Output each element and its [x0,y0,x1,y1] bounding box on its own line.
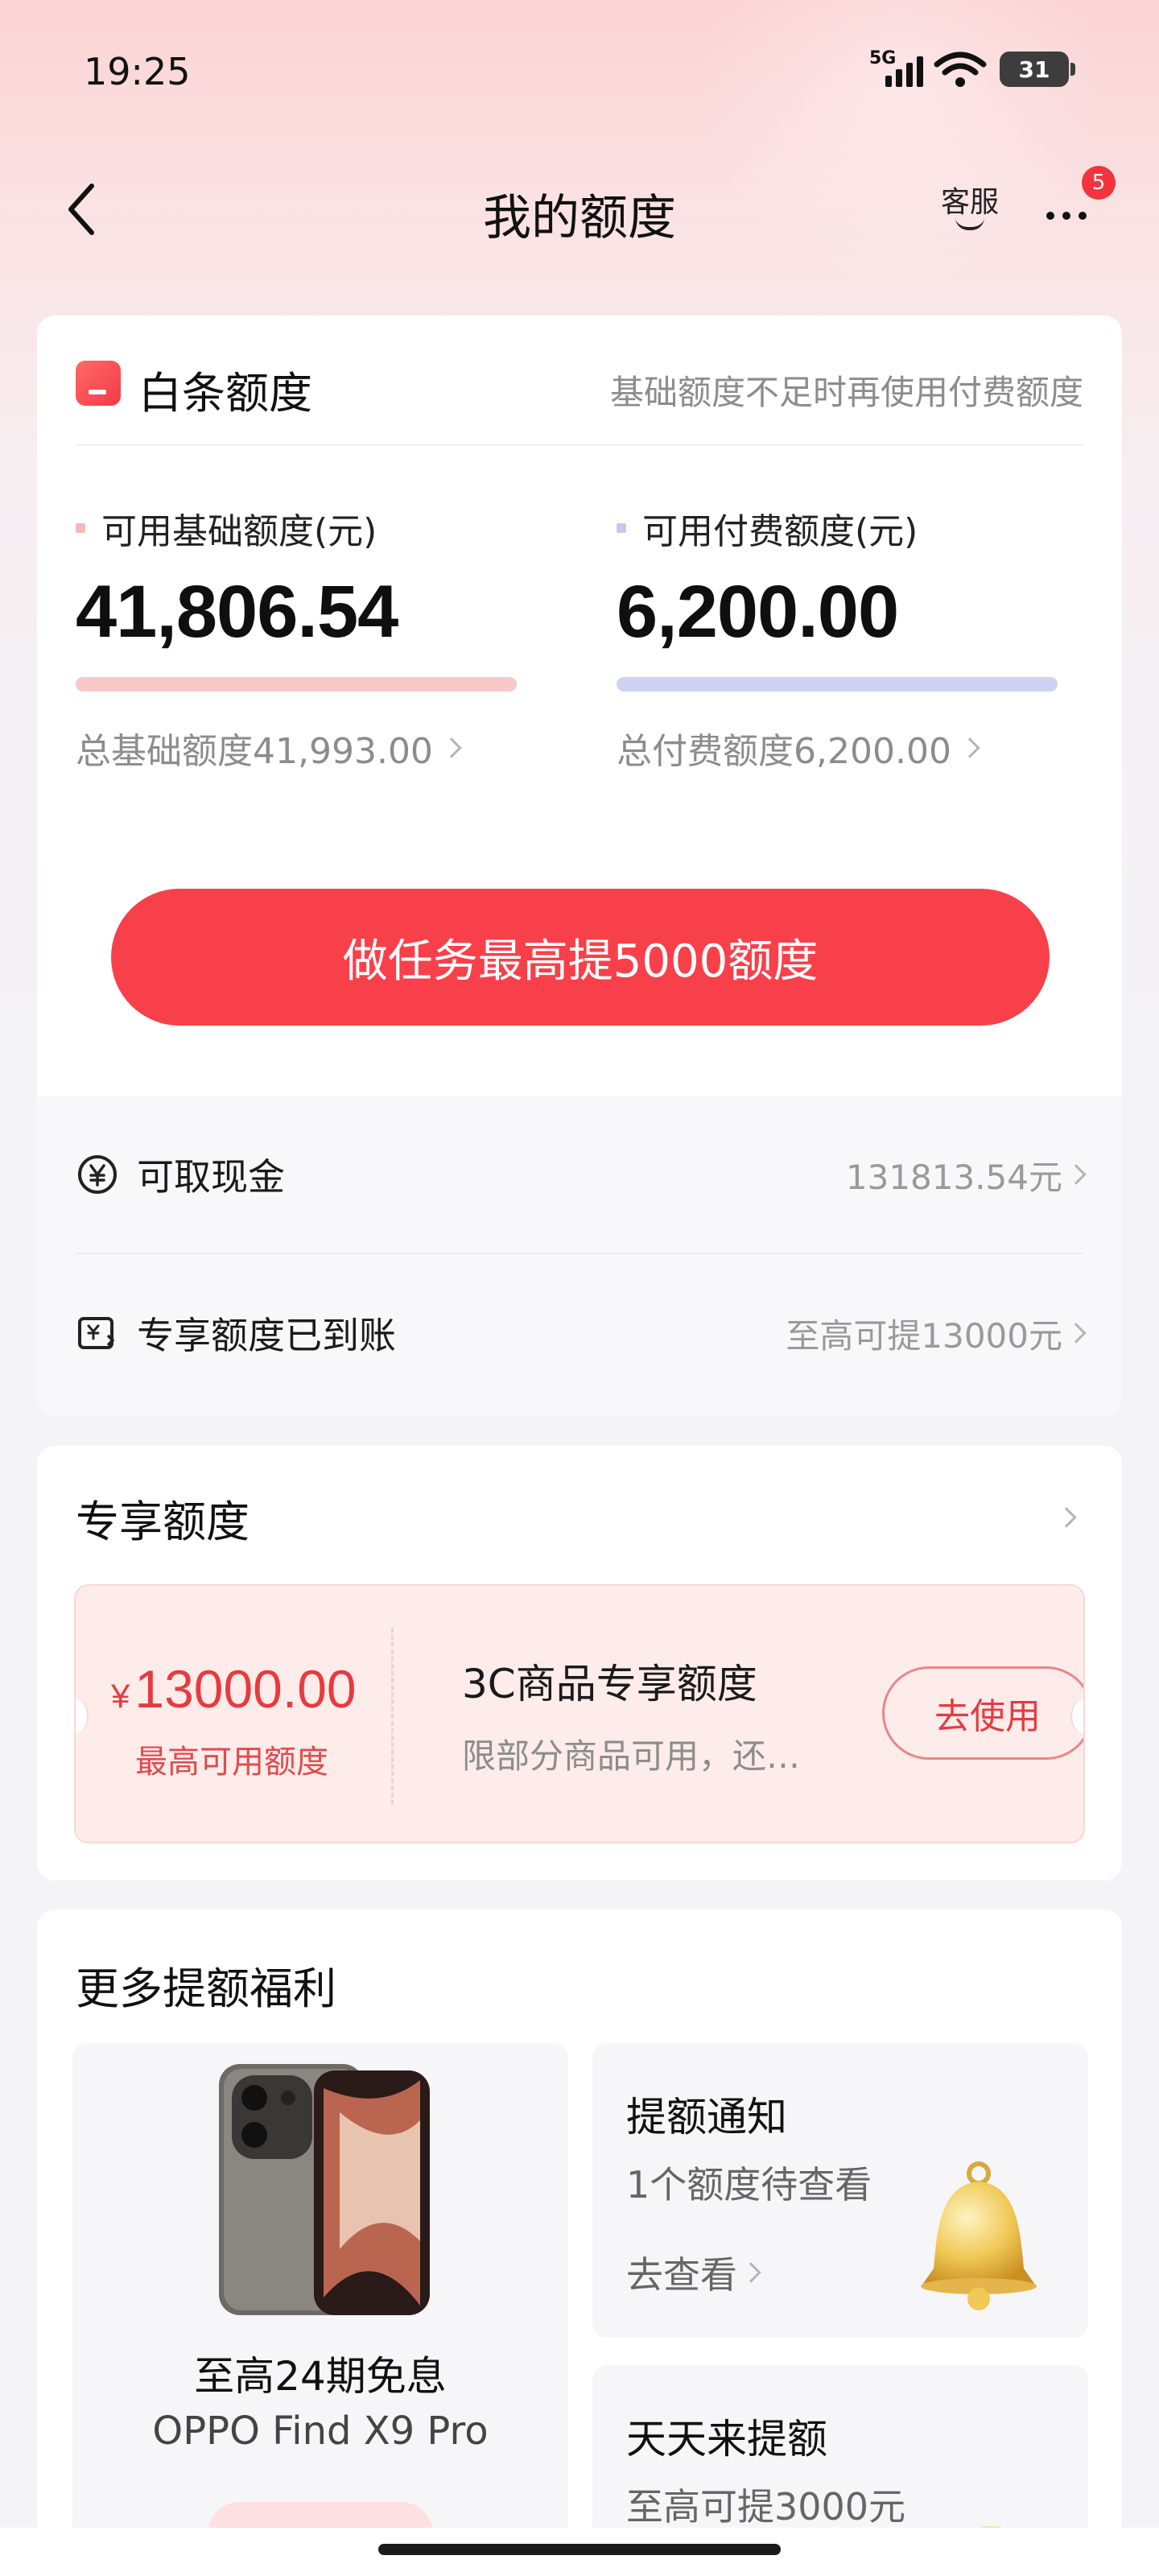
chevron-right-icon[interactable] [1056,1507,1077,1528]
exclusive-quota-icon [76,1311,119,1355]
notification-badge: 5 [1082,166,1116,200]
coupon-amount-sub: 最高可用额度 [135,1744,328,1781]
paid-quota-label-row: 可用付费额度(元) [617,502,1067,554]
phone-product-image [219,2064,430,2315]
credit-extras: 可取现金 131813.54元 专享额度已到账 至高可提13000元 [37,1096,1122,1415]
coupon-amount-value: 13000.00 [134,1659,357,1719]
paid-quota: 可用付费额度(元) 6,200.00 总付费额度6,200.00 [617,502,1067,774]
home-indicator[interactable] [378,2544,781,2555]
battery-level: 31 [1018,56,1050,83]
credit-card-header: 白条额度 基础额度不足时再使用付费额度 [76,357,1083,446]
exclusive-arrived-value-wrap: 至高可提13000元 [786,1309,1087,1358]
cash-withdraw-value: 131813.54元 [845,1157,1062,1197]
chevron-right-icon [1066,1323,1087,1344]
chevron-right-icon [1066,1164,1087,1185]
basic-quota-total-link[interactable]: 总基础额度41,993.00 [76,722,526,774]
benefit-notification-link[interactable]: 去查看 [626,2246,761,2299]
more-dot-icon [1046,212,1054,220]
cash-withdraw-label: 可取现金 [137,1155,285,1199]
exclusive-coupon[interactable]: ¥13000.00 最高可用额度 3C商品专享额度 限部分商品可用，还… 去使用 [74,1584,1085,1843]
basic-quota-value: 41,806.54 [76,571,398,653]
task-boost-button[interactable]: 做任务最高提5000额度 [111,889,1050,1026]
battery-icon: 31 [1000,52,1075,87]
basic-quota-label: 可用基础额度(元) [101,511,377,552]
basic-quota: 可用基础额度(元) 41,806.54 总基础额度41,993.00 [76,502,526,774]
coupon-amount: ¥13000.00 [111,1658,357,1719]
bell-icon [921,2161,1037,2310]
coupon-notch [76,1699,89,1734]
coupon-name: 3C商品专享额度 [462,1661,757,1707]
phone-promo[interactable]: 至高24期免息 OPPO Find X9 Pro [72,2043,568,2576]
basic-legend-dot [76,523,85,533]
benefit-notification-link-label: 去查看 [626,2253,737,2297]
more-dot-icon [1062,212,1070,220]
headset-icon [955,217,984,230]
basic-quota-total: 总基础额度41,993.00 [76,731,433,772]
benefit-notification-title: 提额通知 [626,2094,787,2140]
promo-subtitle: OPPO Find X9 Pro [152,2409,489,2454]
chevron-right-icon [441,737,462,758]
credit-title: 白条额度 [138,368,312,419]
cash-withdraw-value-wrap: 131813.54元 [845,1150,1087,1199]
coupon-desc: 限部分商品可用，还… [462,1736,801,1776]
cash-withdraw-row[interactable]: 可取现金 131813.54元 [76,1096,1087,1254]
customer-service-label: 客服 [940,186,999,219]
exclusive-title: 专享额度 [76,1496,250,1547]
benefit-notification[interactable]: 提额通知 1个额度待查看 去查看 [592,2043,1088,2338]
chevron-right-icon [959,737,980,758]
promo-title: 至高24期免息 [194,2353,447,2400]
status-icons: 5G 31 [869,45,1079,93]
benefit-daily-title: 天天来提额 [626,2416,827,2462]
paid-quota-label: 可用付费额度(元) [642,511,918,552]
paid-legend-dot [617,523,626,533]
chevron-left-icon [68,184,94,235]
exclusive-arrived-value: 至高可提13000元 [786,1315,1062,1356]
exclusive-arrived-row[interactable]: 专享额度已到账 至高可提13000元 [76,1254,1087,1412]
basic-quota-label-row: 可用基础额度(元) [76,502,526,554]
more-benefits-card: 更多提额福利 至高24期免息 OPPO Find X9 Pro 提额通知 1个额… [37,1909,1122,2576]
exclusive-quota-card: 专享额度 ¥13000.00 最高可用额度 3C商品专享额度 限部分商品可用，还… [37,1446,1122,1880]
more-dot-icon [1079,212,1087,220]
paid-quota-bar [617,677,1058,691]
status-time: 19:25 [84,50,191,93]
paid-quota-value: 6,200.00 [617,571,899,653]
currency-symbol: ¥ [111,1677,130,1715]
back-button[interactable] [56,177,105,242]
basic-quota-bar [76,677,517,691]
chevron-right-icon [740,2262,761,2283]
credit-card: 白条额度 基础额度不足时再使用付费额度 可用基础额度(元) 41,806.54 … [37,316,1122,1415]
paid-quota-total-link[interactable]: 总付费额度6,200.00 [617,722,1067,774]
benefit-notification-subtitle: 1个额度待查看 [626,2163,872,2207]
customer-service-button[interactable]: 客服 [926,179,1014,251]
wifi-icon [934,52,987,87]
use-coupon-button[interactable]: 去使用 [882,1666,1083,1760]
more-benefits-title: 更多提额福利 [76,1963,336,2014]
coupon-divider [391,1628,394,1805]
benefit-daily-subtitle: 至高可提3000元 [626,2485,906,2529]
exclusive-arrived-label: 专享额度已到账 [137,1314,396,1357]
yuan-circle-icon [76,1153,119,1196]
paid-quota-total: 总付费额度6,200.00 [617,731,951,772]
cellular-signal-icon: 5G [869,48,923,90]
baitiao-icon [76,361,121,406]
credit-hint: 基础额度不足时再使用付费额度 [609,373,1083,412]
